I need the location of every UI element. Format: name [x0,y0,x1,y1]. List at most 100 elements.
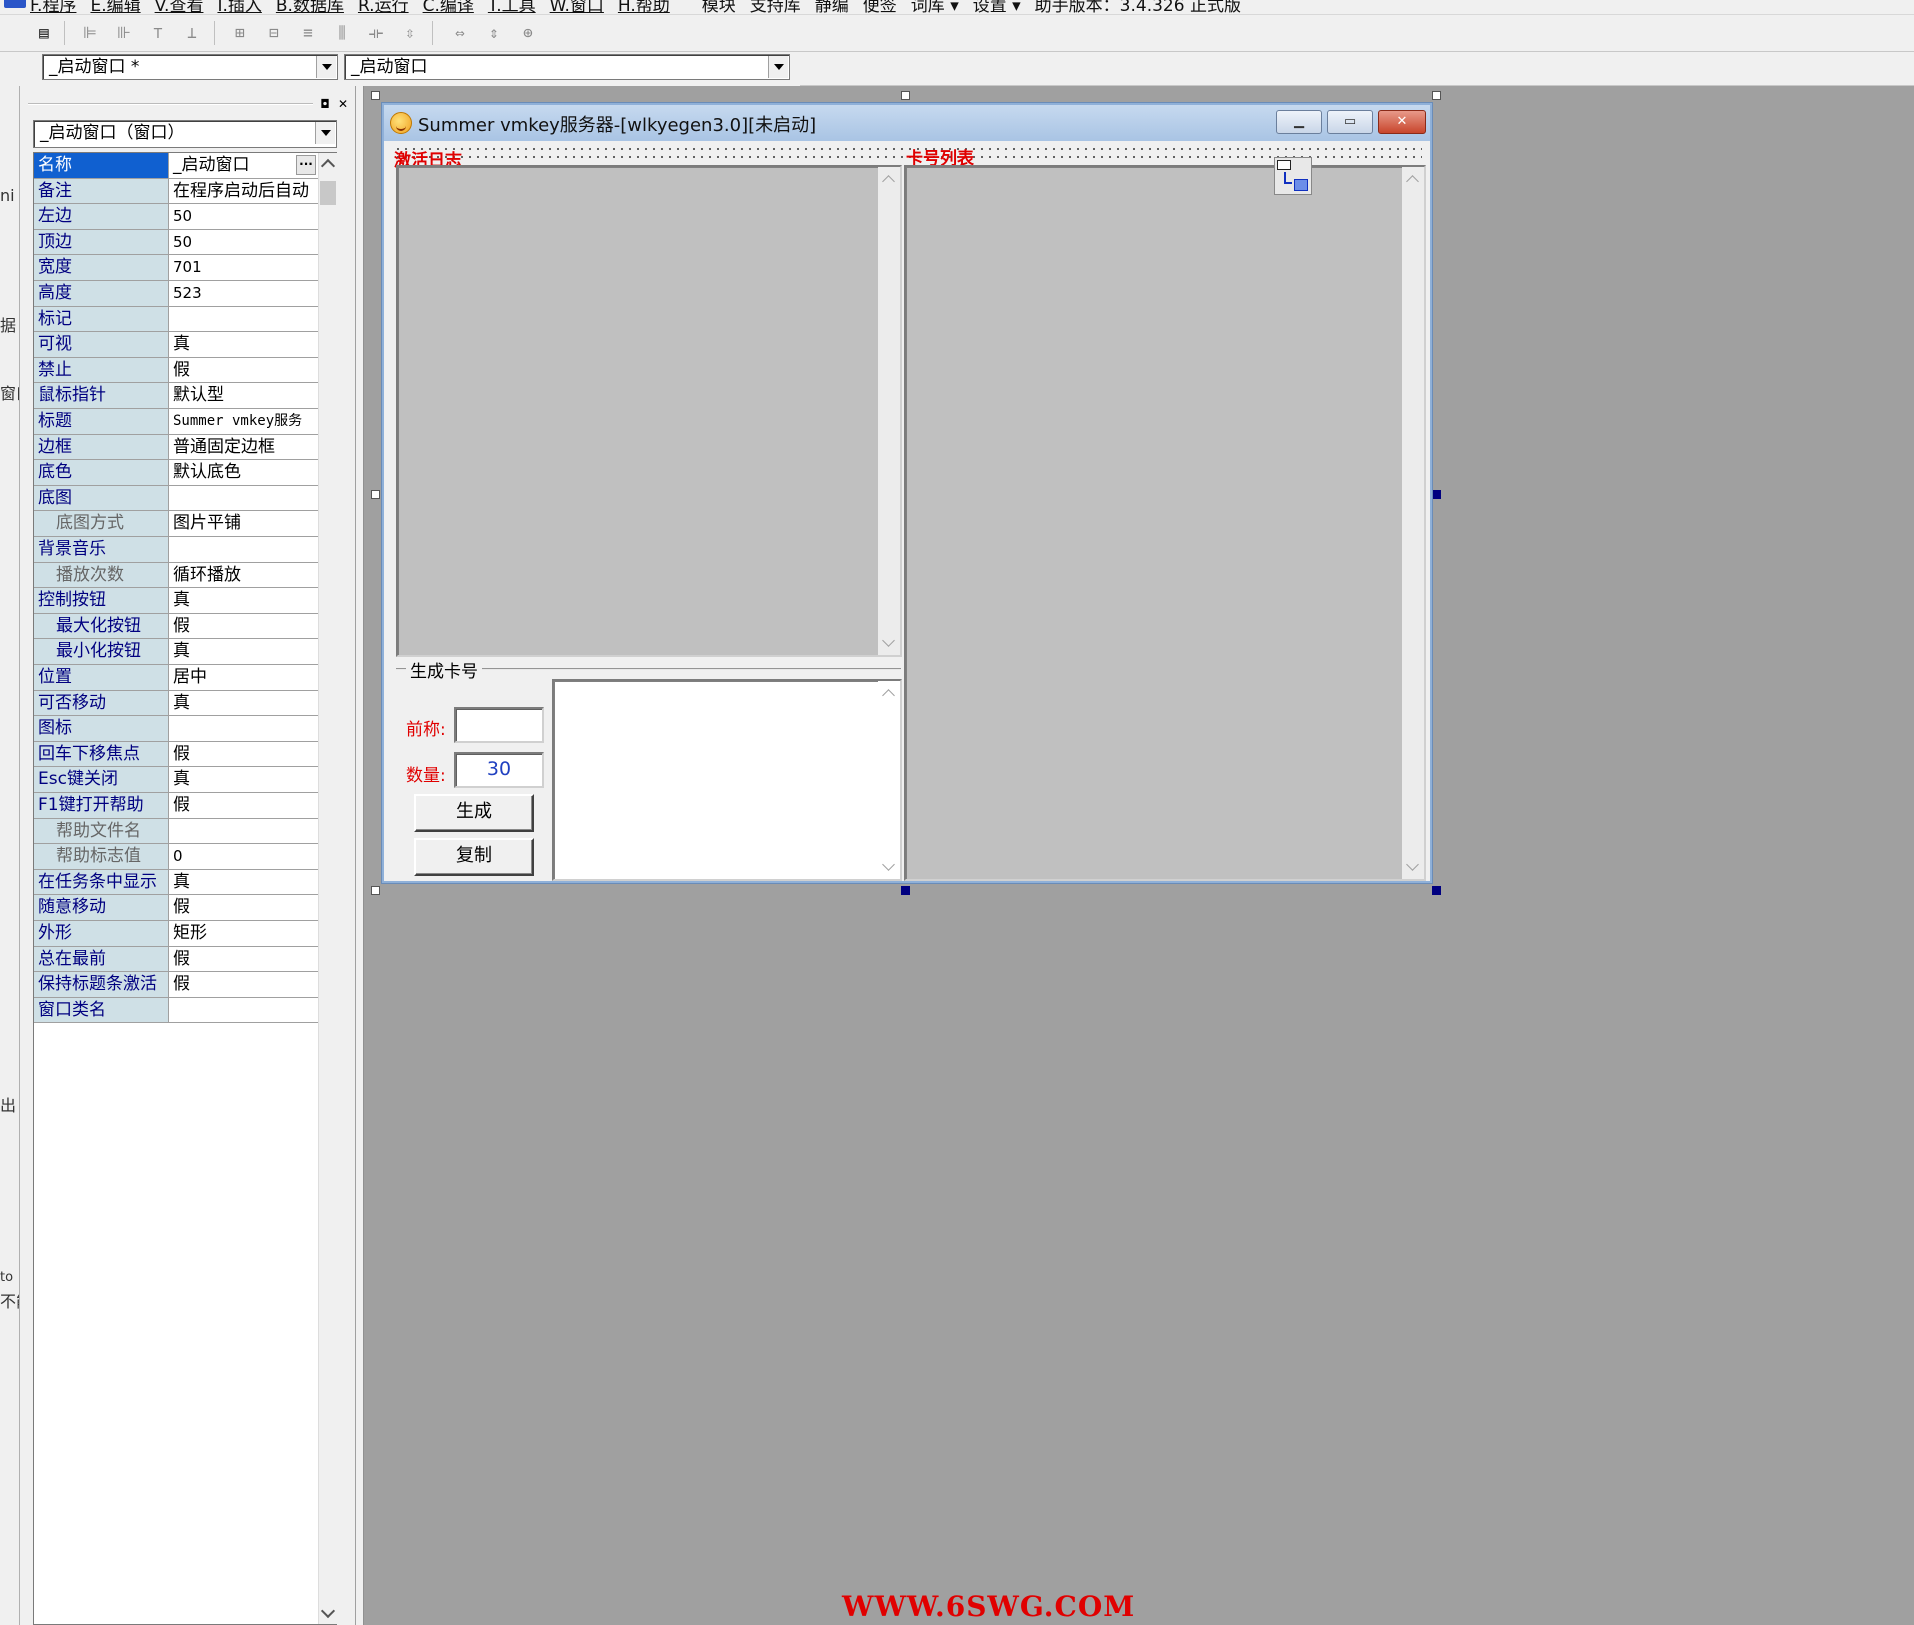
menu-dictionary[interactable]: 词库 ▾ [911,0,959,14]
stretch-both-icon[interactable]: ⊕ [516,21,540,45]
property-value[interactable]: 假 [170,742,318,767]
resize-handle[interactable] [1432,91,1441,100]
close-button[interactable]: ✕ [1378,110,1426,134]
window-select[interactable]: _启动窗口 * [42,54,338,80]
property-value[interactable] [170,716,318,741]
resize-handle[interactable] [371,91,380,100]
space-horizontal-icon[interactable]: ⟛ [364,21,388,45]
menu-compile[interactable]: C.编译 [423,0,474,14]
property-value[interactable]: 居中 [170,665,318,690]
menu-view[interactable]: V.查看 [155,0,204,14]
property-row[interactable]: 位置 居中 [34,665,318,691]
property-row[interactable]: 可视真 [34,332,318,358]
property-value[interactable]: 普通固定边框 [170,435,318,460]
property-row[interactable]: 窗口类名 [34,997,318,1024]
property-row[interactable]: 随意移动假 [34,895,318,921]
property-row[interactable]: 总在最前假 [34,946,318,973]
panel-grip[interactable] [28,103,313,105]
chevron-down-icon[interactable] [1406,858,1419,871]
menu-window[interactable]: W.窗口 [550,0,604,14]
property-value[interactable] [170,486,318,511]
space-vertical-icon[interactable]: ⇳ [398,21,422,45]
canvas-splitter[interactable] [356,86,364,1625]
chevron-down-icon[interactable] [882,858,895,871]
property-value[interactable]: 矩形 [170,921,318,946]
property-value[interactable]: 默认底色 [170,460,318,485]
property-value[interactable]: 真 [170,332,318,357]
maximize-button[interactable]: ▭ [1327,110,1373,134]
property-value[interactable]: 真 [170,870,318,895]
property-row[interactable]: 标题 Summer vmkey服务 [34,409,318,435]
minimize-button[interactable]: ▁ [1276,110,1322,134]
window-titlebar[interactable]: Summer vmkey服务器-[wlkyegen3.0][未启动] ▁ ▭ ✕ [384,105,1430,141]
card-number-list[interactable] [904,165,1426,881]
chevron-up-icon[interactable] [882,689,895,702]
property-value[interactable] [170,537,318,562]
property-value[interactable]: 701 [170,255,318,280]
property-value[interactable]: 图片平铺 [170,511,318,536]
menu-notes[interactable]: 便签 [863,0,897,14]
float-panel-icon[interactable]: ◘ [318,97,332,111]
menu-edit[interactable]: E.编辑 [90,0,140,14]
property-value[interactable]: 523 [170,281,318,306]
close-icon[interactable]: ✕ [336,97,350,111]
chevron-down-icon[interactable] [882,634,895,647]
property-row[interactable]: 底图 [34,485,318,512]
property-value[interactable]: 默认型 [170,383,318,408]
property-value[interactable]: 假 [170,793,318,818]
resize-handle[interactable] [901,886,910,895]
menu-modules[interactable]: 模块 [702,0,736,14]
menu-settings[interactable]: 设置 ▾ [973,0,1021,14]
property-row[interactable]: 边框 普通固定边框 [34,434,318,461]
property-row[interactable]: 备注 在程序启动后自动 [34,178,318,205]
property-value[interactable]: 循环播放 [170,563,318,588]
property-row[interactable]: 底图方式 图片平铺 [34,511,318,537]
menu-help[interactable]: H.帮助 [618,0,670,14]
menu-run[interactable]: R.运行 [358,0,409,14]
textbox-scrollbar[interactable] [878,681,900,879]
log-scrollbar[interactable] [878,167,900,655]
form-icon[interactable]: ▤ [32,21,56,45]
component-select[interactable]: _启动窗口 [344,54,790,80]
chevron-up-icon[interactable] [320,158,336,174]
property-value[interactable]: 在程序启动后自动 [170,179,318,204]
property-row[interactable]: 禁止假 [34,357,318,384]
property-value[interactable]: Summer vmkey服务 [170,409,318,434]
property-value[interactable]: 50 [170,204,318,229]
property-value[interactable]: 假 [170,972,318,997]
same-height-icon[interactable]: ⫼ [330,21,354,45]
chevron-up-icon[interactable] [1406,175,1419,188]
property-row[interactable]: 控制按钮真 [34,588,318,614]
property-row[interactable]: 图标 [34,716,318,742]
activation-log-list[interactable] [396,165,902,657]
timer-component-icon[interactable] [1274,157,1312,195]
property-row[interactable]: 在任务条中显示真 [34,869,318,896]
property-row[interactable]: 宽度 701 [34,255,318,281]
resize-handle[interactable] [371,490,380,499]
property-value[interactable] [170,307,318,332]
menu-support-libs[interactable]: 支持库 [750,0,801,14]
menu-database[interactable]: B.数据库 [276,0,344,14]
property-row[interactable]: 最大化按钮假 [34,613,318,640]
align-right-icon[interactable]: ⊪ [112,21,136,45]
property-value[interactable]: 真 [170,639,318,664]
menu-program[interactable]: F.程序 [30,0,76,14]
property-value[interactable]: 50 [170,230,318,255]
resize-handle[interactable] [1432,490,1441,499]
property-row[interactable]: 底色 默认底色 [34,460,318,486]
copy-button[interactable]: 复制 [414,838,534,876]
property-value[interactable] [170,819,318,844]
center-horizontal-icon[interactable]: ⊞ [228,21,252,45]
property-row[interactable]: Esc键关闭真 [34,767,318,793]
property-row[interactable]: 名称 _启动窗口 ··· [34,153,318,179]
scroll-thumb[interactable] [320,181,336,205]
stretch-height-icon[interactable]: ⇕ [482,21,506,45]
property-row[interactable]: 外形 矩形 [34,921,318,947]
count-input[interactable]: 30 [454,752,544,788]
chevron-down-icon[interactable] [316,56,336,78]
chevron-up-icon[interactable] [882,175,895,188]
center-vertical-icon[interactable]: ⊟ [262,21,286,45]
align-top-icon[interactable]: ⊤ [146,21,170,45]
property-scrollbar[interactable] [318,153,337,1624]
align-bottom-icon[interactable]: ⊥ [180,21,204,45]
